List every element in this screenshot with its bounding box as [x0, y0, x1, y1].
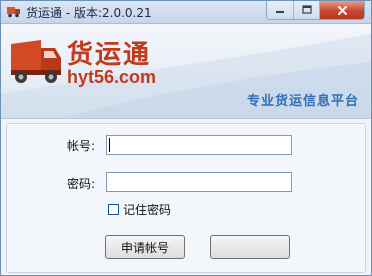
login-button[interactable] [210, 235, 290, 259]
window-controls [266, 1, 365, 20]
account-input[interactable] [106, 135, 292, 155]
close-button[interactable] [320, 1, 364, 19]
logo-chinese-name: 货运通 [67, 40, 152, 70]
brand-banner: 货运通 hyt56.com 专业货运信息平台 [1, 24, 371, 118]
login-window: 货运通 - 版本:2.0.0.21 货运通 hyt56.com 专业货运信息平台… [0, 0, 372, 276]
logo-domain: hyt56.com [67, 67, 157, 87]
close-icon [337, 5, 347, 15]
remember-password-checkbox[interactable] [108, 204, 119, 215]
window-title: 货运通 - 版本:2.0.0.21 [26, 6, 152, 20]
password-input[interactable] [106, 172, 292, 192]
slogan-text: 专业货运信息平台 [246, 94, 359, 109]
minimize-button[interactable] [267, 1, 294, 19]
app-truck-icon [7, 7, 20, 18]
logo-truck-icon [11, 40, 61, 83]
account-label: 帐号: [67, 139, 96, 153]
maximize-icon [301, 5, 312, 14]
text-caret [109, 138, 110, 152]
maximize-button[interactable] [294, 1, 320, 19]
password-label: 密码: [67, 177, 96, 191]
minimize-icon [276, 11, 284, 13]
title-bar[interactable]: 货运通 - 版本:2.0.0.21 [1, 1, 371, 24]
register-account-button[interactable]: 申请帐号 [105, 235, 185, 259]
remember-password-label[interactable]: 记住密码 [123, 201, 171, 218]
